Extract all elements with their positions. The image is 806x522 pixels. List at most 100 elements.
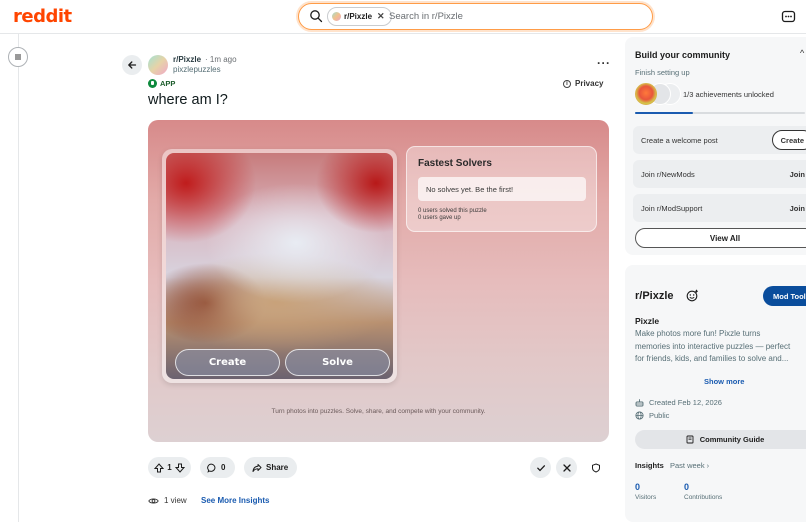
achievement-badge-unlocked <box>635 83 657 105</box>
solvers-empty-message: No solves yet. Be the first! <box>418 177 586 201</box>
left-rail-divider <box>18 34 19 522</box>
smiley-add-icon[interactable] <box>686 289 699 302</box>
more-options-icon[interactable]: ··· <box>597 56 611 70</box>
privacy-label: Privacy <box>575 79 604 88</box>
share-label: Share <box>266 463 289 472</box>
vote-count: 1 <box>167 463 172 472</box>
comments-button[interactable]: 0 <box>200 457 235 478</box>
app-badge-label: APP <box>160 79 176 88</box>
search-scope-chip[interactable]: r/Pixzle ✕ <box>327 7 392 26</box>
visitors-value: 0 <box>635 482 641 492</box>
post-timestamp: · 1m ago <box>205 55 237 64</box>
reddit-logo[interactable]: reddit <box>13 6 72 27</box>
community-name: r/Pixzle <box>635 290 674 302</box>
community-guide-label: Community Guide <box>699 435 765 444</box>
cake-icon <box>635 399 644 407</box>
app-tagline: Turn photos into puzzles. Solve, share, … <box>271 408 486 415</box>
task-label: Create a welcome post <box>641 136 718 145</box>
close-icon <box>562 463 571 472</box>
join-newmods-button[interactable]: Join <box>782 164 806 184</box>
create-welcome-post-button[interactable]: Create <box>771 130 806 150</box>
back-button[interactable] <box>122 55 142 75</box>
share-button[interactable]: Share <box>244 457 297 478</box>
search-input[interactable] <box>389 8 639 25</box>
app-badge: APP <box>148 79 175 88</box>
visitors-stat: 0 Visitors <box>635 482 656 501</box>
chevron-up-icon[interactable]: ^ <box>800 48 804 58</box>
created-date-label: Created Feb 12, 2026 <box>649 398 722 407</box>
solved-count: 0 users solved this puzzle <box>418 208 487 214</box>
gaveup-count: 0 users gave up <box>418 215 461 221</box>
search-chip-label: r/Pixzle <box>344 12 373 21</box>
description-line: memories into interactive puzzles — perf… <box>635 341 791 351</box>
post-title: where am I? <box>148 92 228 108</box>
comment-count: 0 <box>221 463 226 472</box>
fastest-solvers-panel: Fastest Solvers No solves yet. Be the fi… <box>406 146 597 232</box>
achievement-progress-fill <box>635 112 693 114</box>
description-line: for friends, kids, and families to solve… <box>635 354 789 363</box>
checkmark-icon <box>536 464 545 471</box>
eye-icon <box>148 497 159 504</box>
show-more-link[interactable]: Show more <box>704 377 744 386</box>
subreddit-avatar[interactable] <box>148 55 168 75</box>
top-header: reddit r/Pixzle ✕ <box>0 0 806 34</box>
achievement-badges[interactable] <box>635 83 681 105</box>
book-icon <box>686 435 694 444</box>
view-count: 1 view <box>148 496 187 505</box>
create-button[interactable]: Create <box>175 349 280 376</box>
puzzle-frame: Create Solve <box>162 149 397 383</box>
globe-icon <box>635 411 644 420</box>
search-icon <box>310 10 323 23</box>
upvote-icon[interactable] <box>154 462 164 473</box>
pixzle-app-embed: Create Solve Fastest Solvers No solves y… <box>148 120 609 442</box>
downvote-icon[interactable] <box>174 463 185 473</box>
nav-menu-button[interactable] <box>8 47 28 67</box>
arrow-left-icon <box>128 61 137 69</box>
achievements-progress-text: 1/3 achievements unlocked <box>683 90 774 99</box>
chip-close-icon[interactable]: ✕ <box>377 11 385 22</box>
contributions-value: 0 <box>684 482 690 492</box>
app-icon <box>148 79 157 88</box>
view-all-button[interactable]: View All <box>635 228 806 248</box>
see-more-insights-link[interactable]: See More Insights <box>201 496 269 505</box>
task-label: Join r/NewMods <box>641 170 695 179</box>
join-modsupport-button[interactable]: Join <box>782 198 806 218</box>
build-community-subtitle: Finish setting up <box>635 68 690 77</box>
chat-icon[interactable] <box>781 9 796 24</box>
mod-shield-button[interactable] <box>585 457 606 478</box>
insights-label: Insights <box>635 461 664 470</box>
privacy-button[interactable]: i Privacy <box>563 79 603 88</box>
post-author[interactable]: pixzlepuzzles <box>173 65 221 74</box>
info-icon: i <box>563 79 571 88</box>
mod-tools-button[interactable]: Mod Tools <box>763 286 806 306</box>
subreddit-chip-avatar <box>332 12 341 21</box>
hamburger-icon <box>15 54 21 60</box>
vote-control: 1 <box>148 457 191 478</box>
insights-range-selector[interactable]: Past week › <box>670 461 709 470</box>
community-visibility: Public <box>635 411 669 420</box>
solvers-title: Fastest Solvers <box>418 158 492 169</box>
created-date: Created Feb 12, 2026 <box>635 398 722 407</box>
subreddit-link[interactable]: r/Pixzle <box>173 55 201 64</box>
build-community-card: Build your community ^ Finish setting up… <box>625 37 806 255</box>
shield-icon <box>591 462 600 473</box>
comment-icon <box>207 463 216 473</box>
task-label: Join r/ModSupport <box>641 204 703 213</box>
blurred-puzzle-image: Create Solve <box>166 153 393 379</box>
task-join-newmods: Join r/NewMods Join <box>633 160 806 188</box>
build-community-title: Build your community <box>635 50 731 60</box>
solve-button[interactable]: Solve <box>285 349 390 376</box>
task-join-modsupport: Join r/ModSupport Join <box>633 194 806 222</box>
visibility-label: Public <box>649 411 670 420</box>
community-title: Pixzle <box>635 316 660 326</box>
remove-button[interactable] <box>556 457 577 478</box>
contributions-label: Contributions <box>684 494 723 501</box>
achievement-progress-bar <box>635 112 805 114</box>
approve-button[interactable] <box>530 457 551 478</box>
search-bar[interactable]: r/Pixzle ✕ <box>298 3 653 30</box>
share-icon <box>252 463 262 472</box>
community-info-card: r/Pixzle Mod Tools Pixzle Make photos mo… <box>625 265 806 522</box>
community-description: Make photos more fun! Pixzle turns memor… <box>635 328 806 366</box>
task-welcome-post: Create a welcome post Create <box>633 126 806 154</box>
community-guide-button[interactable]: Community Guide <box>635 430 806 449</box>
